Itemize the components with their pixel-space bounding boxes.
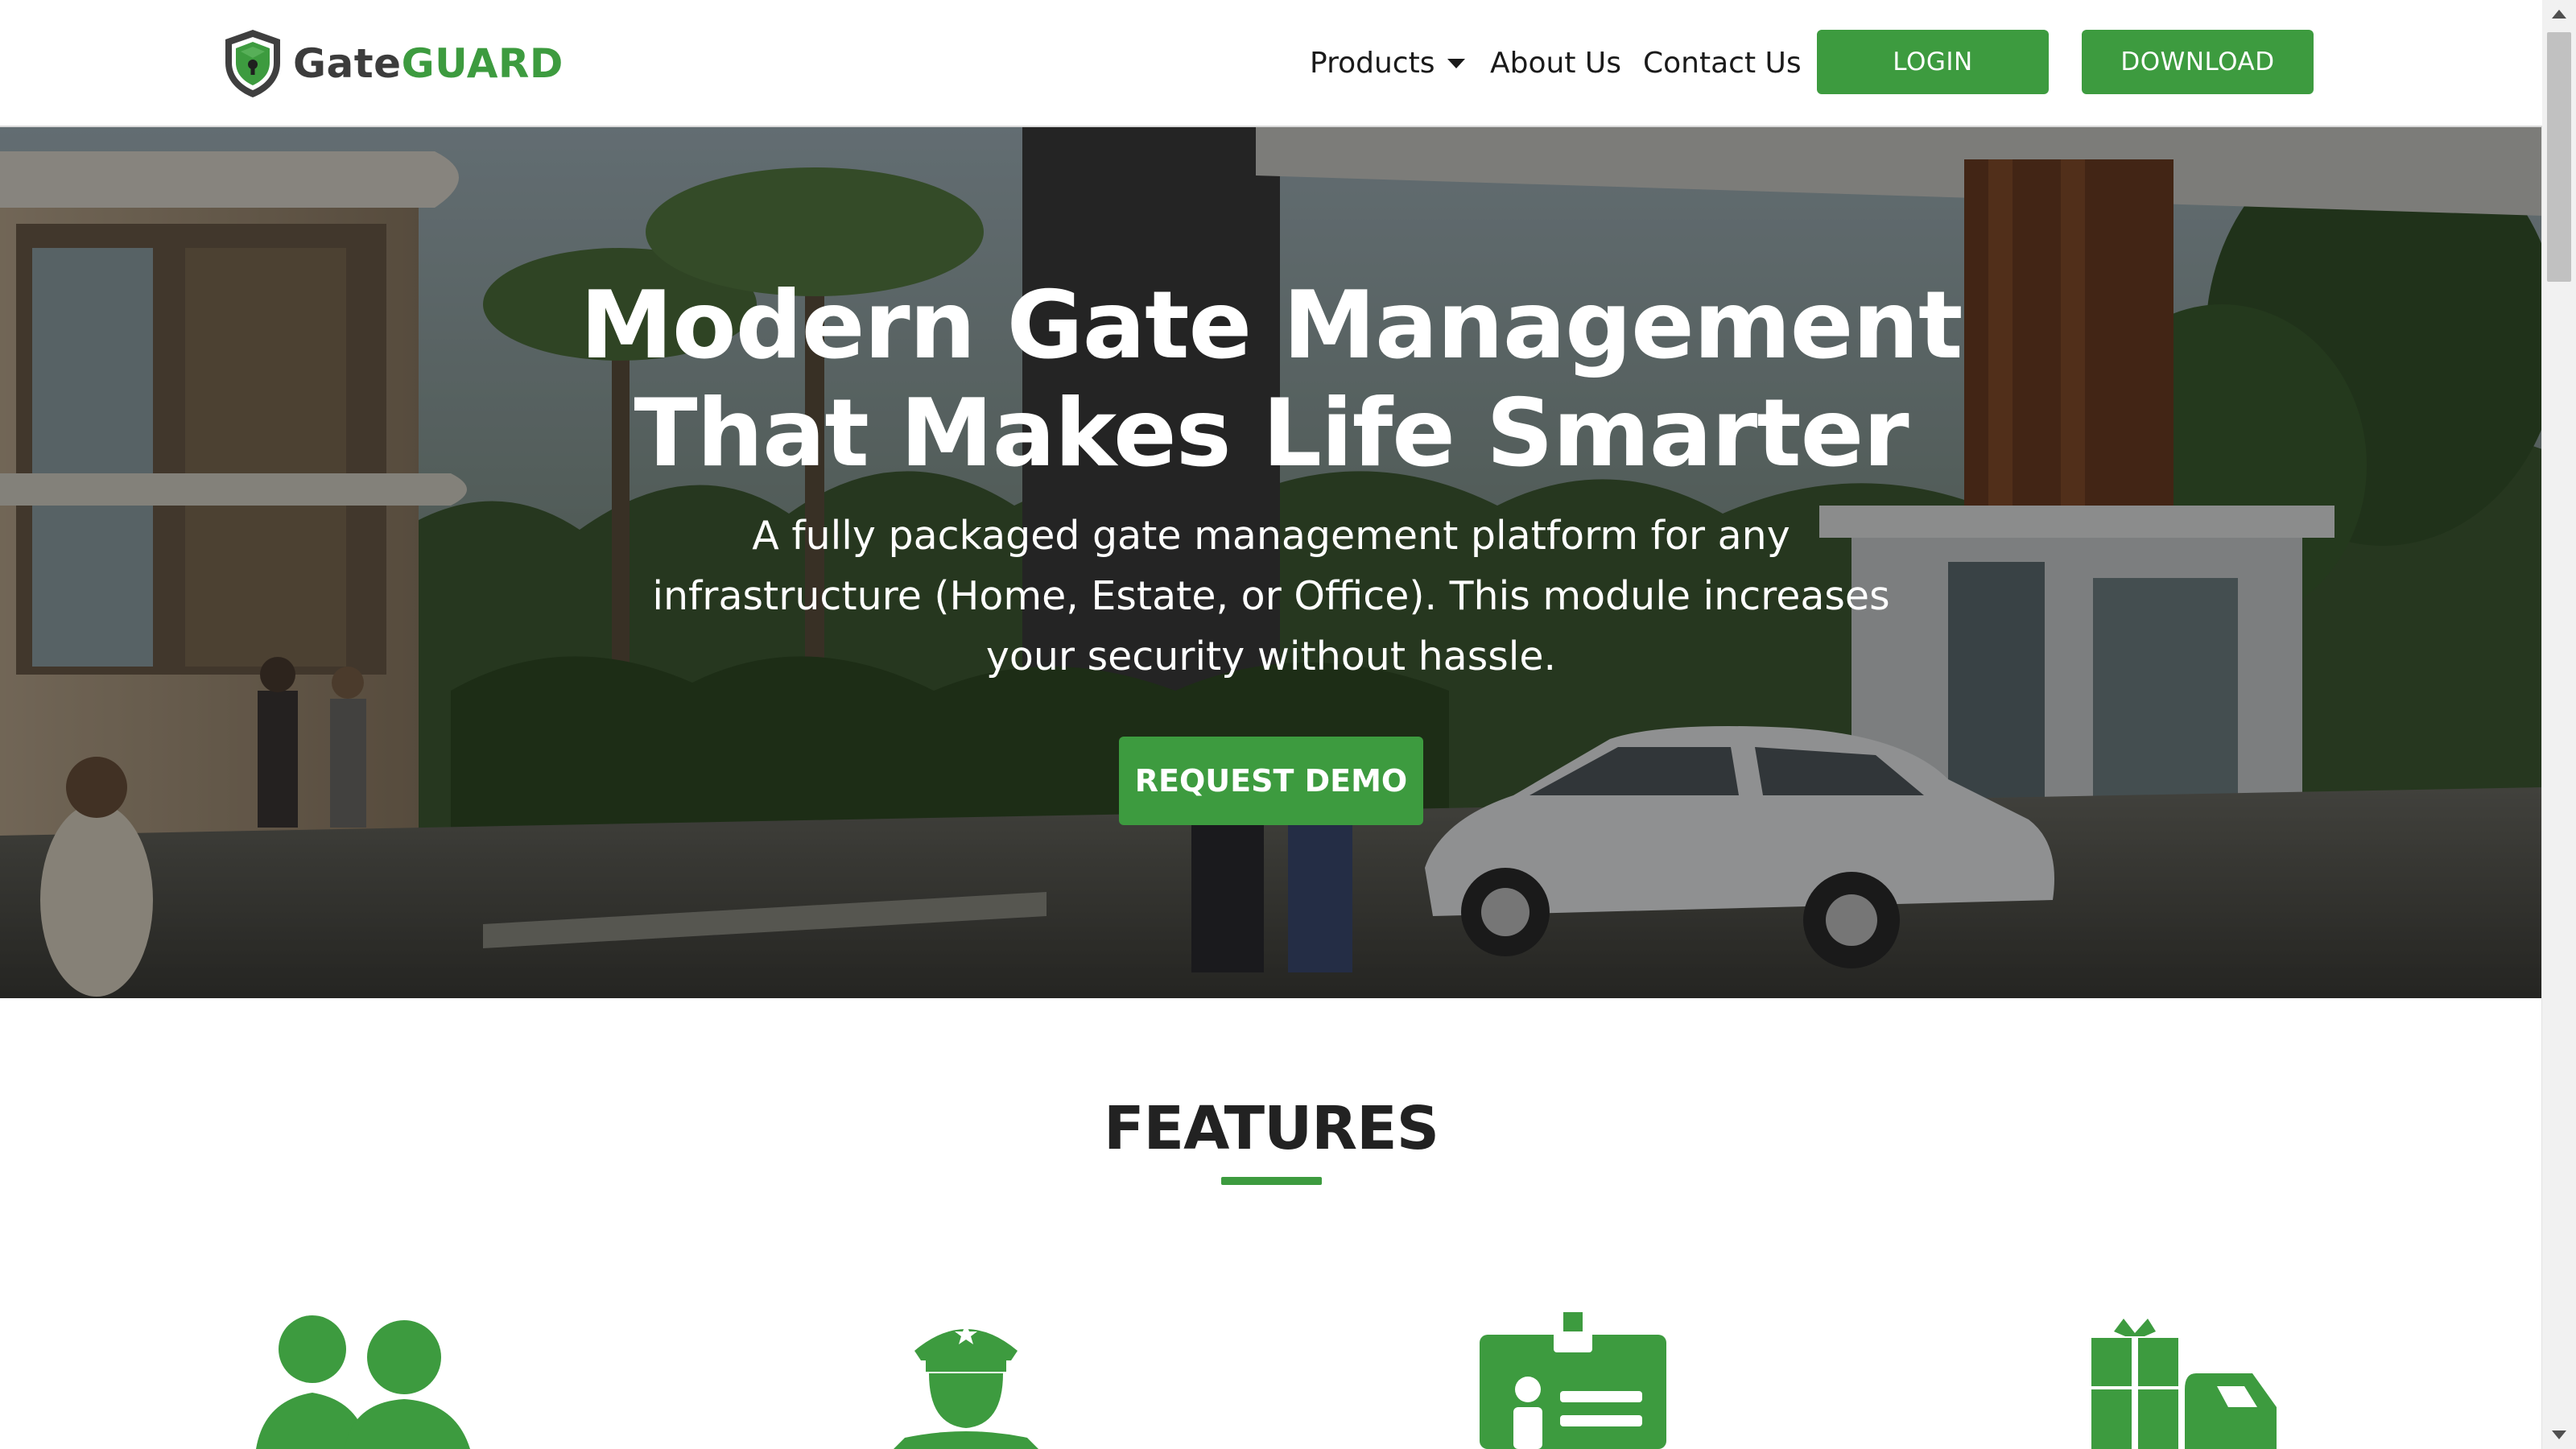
hero-title-line1: Modern Gate Management [580, 271, 1963, 380]
scroll-down-arrow-icon[interactable] [2552, 1430, 2566, 1439]
vertical-scrollbar[interactable] [2541, 0, 2576, 1449]
download-button[interactable]: DOWNLOAD [2082, 30, 2314, 94]
hero-title: Modern Gate Management That Makes Life S… [0, 272, 2542, 488]
brand-name: GateGUARD [293, 40, 564, 87]
nav-products[interactable]: Products [1310, 0, 1466, 126]
scrollbar-thumb[interactable] [2547, 32, 2571, 282]
viewport: GateGUARD Products About Us Contact Us L… [0, 0, 2542, 1449]
brand-name-gate: Gate [293, 40, 402, 87]
nav-products-label: Products [1310, 46, 1435, 80]
security-guard-icon [894, 1323, 1038, 1449]
delivery-truck-icon [2091, 1319, 2277, 1449]
features-heading: FEATURES [1103, 1094, 1439, 1163]
features-underline [1221, 1177, 1322, 1185]
residents-icon [256, 1315, 470, 1449]
scroll-up-arrow-icon[interactable] [2552, 10, 2566, 19]
id-badge-icon [1480, 1312, 1666, 1449]
page: GateGUARD Products About Us Contact Us L… [0, 0, 2576, 1449]
hero-subtitle: A fully packaged gate management platfor… [652, 513, 1890, 679]
nav-contact-us[interactable]: Contact Us [1643, 0, 1802, 126]
chevron-down-icon [1447, 59, 1466, 68]
navbar: GateGUARD Products About Us Contact Us L… [0, 0, 2542, 127]
hero-title-line2: That Makes Life Smarter [634, 379, 1909, 488]
brand-logo[interactable]: GateGUARD [221, 27, 564, 100]
request-demo-button[interactable]: REQUEST DEMO [1119, 737, 1423, 825]
shield-lock-icon [225, 30, 280, 97]
login-button[interactable]: LOGIN [1817, 30, 2049, 94]
brand-name-guard: GUARD [401, 40, 564, 87]
hero-section: Modern Gate Management That Makes Life S… [0, 127, 2542, 998]
nav-about-us[interactable]: About Us [1490, 0, 1621, 126]
